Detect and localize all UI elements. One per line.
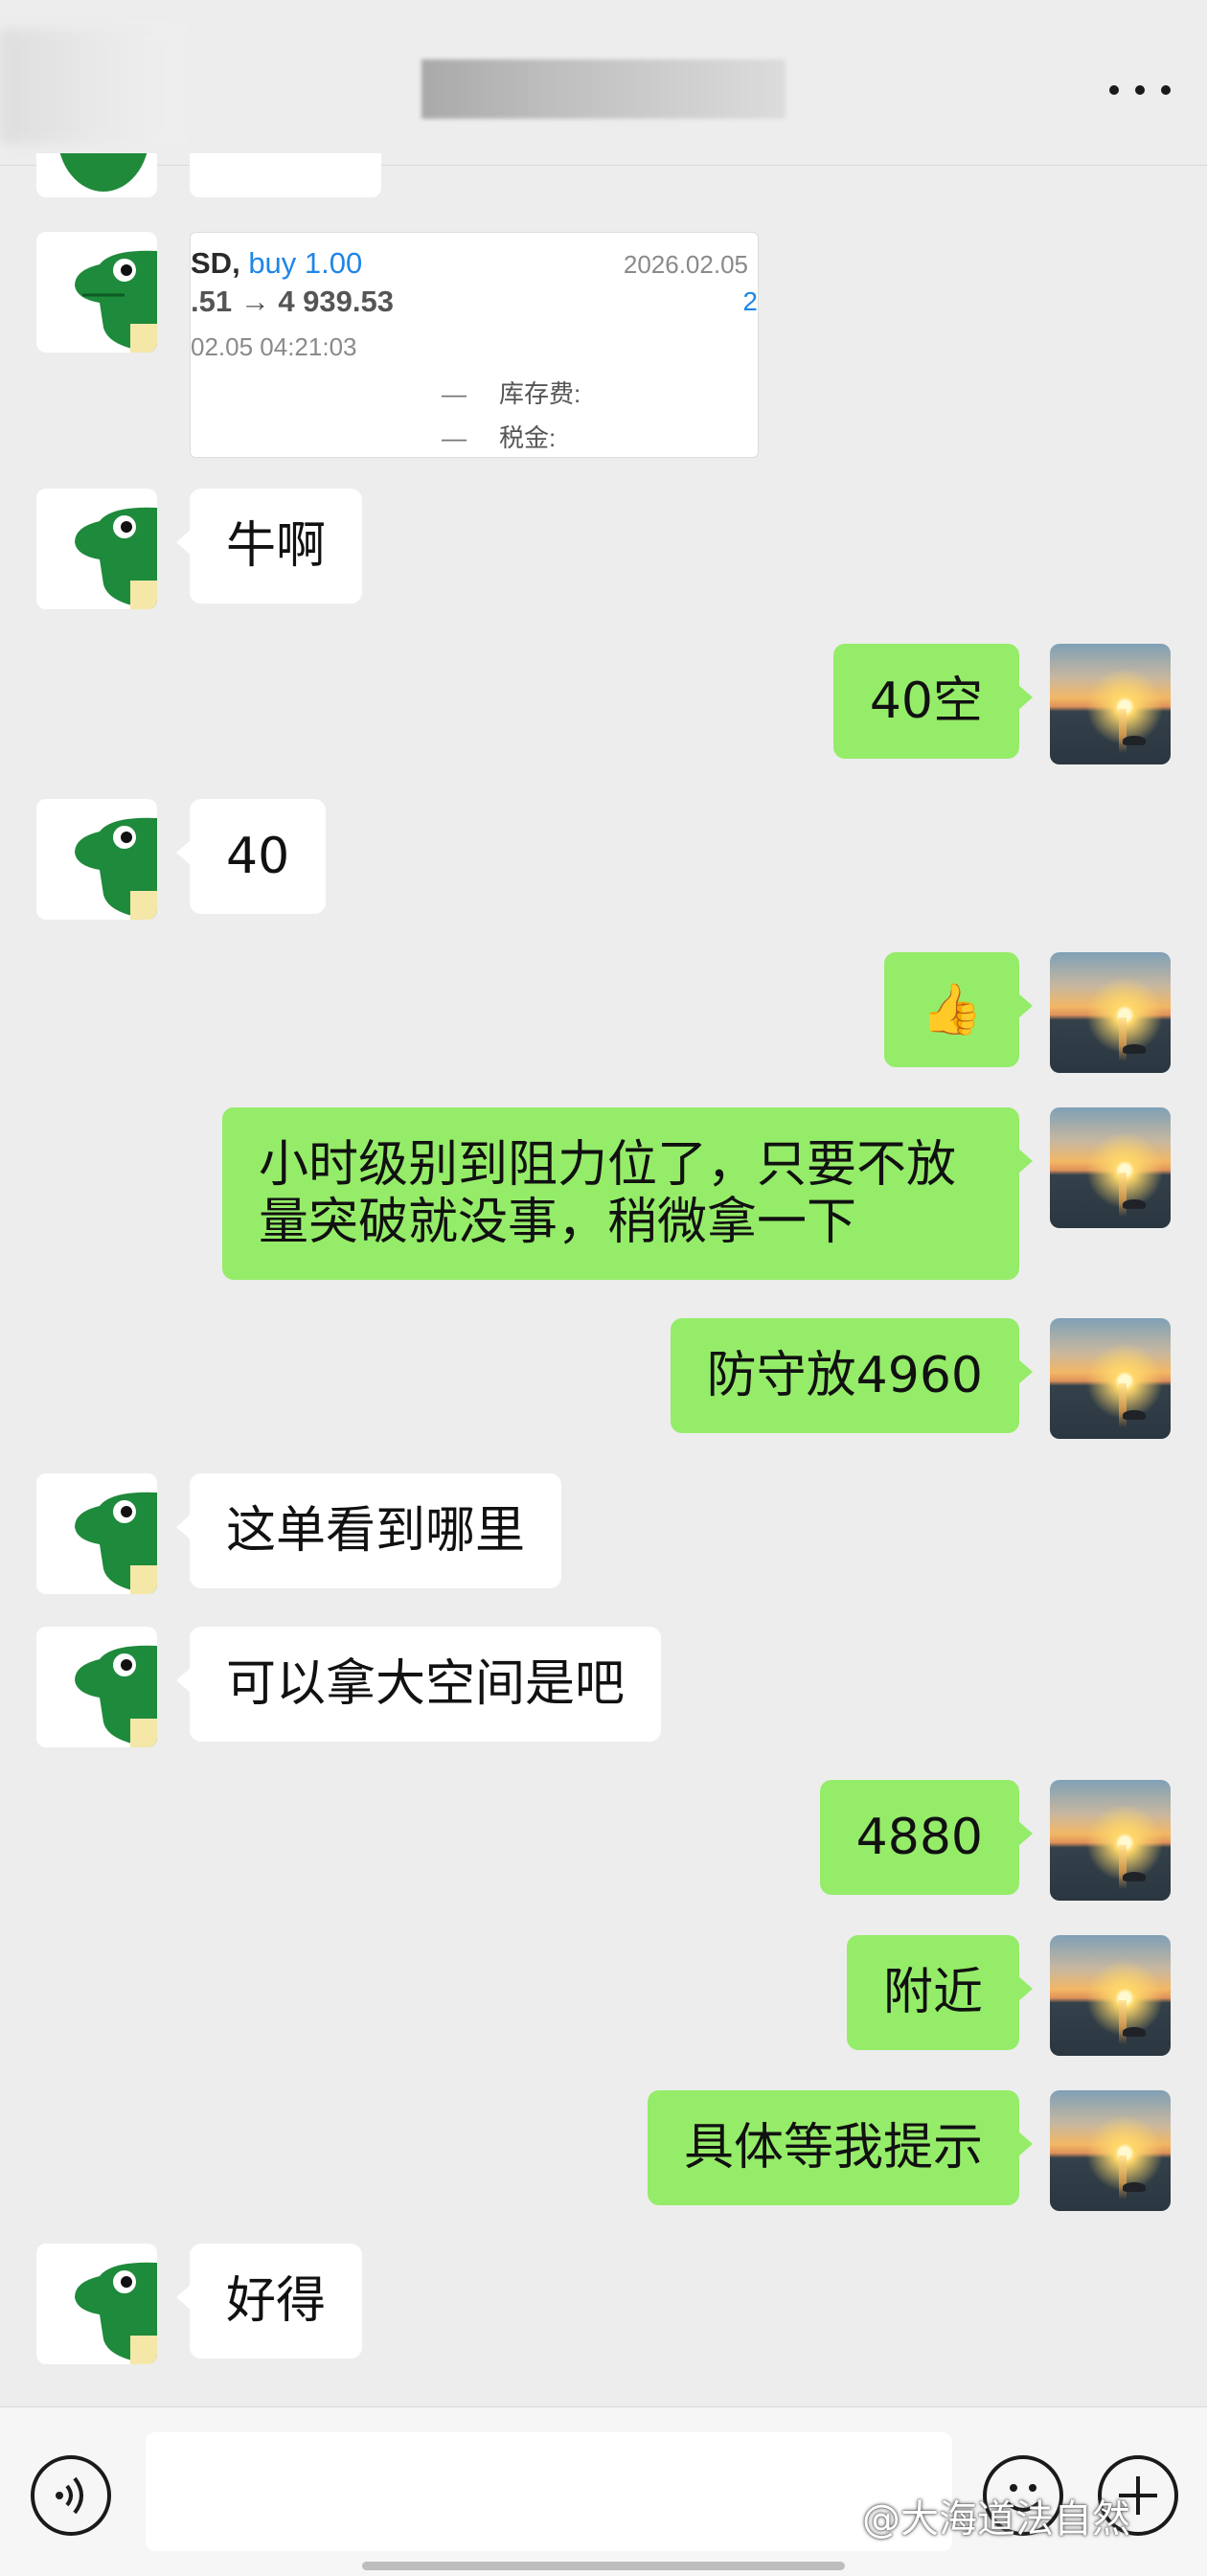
my-avatar[interactable]	[1050, 644, 1171, 764]
watermark: @大海道法自然	[862, 2497, 1130, 2542]
message-bubble-sent[interactable]: 40空	[832, 644, 1034, 759]
message-bubble-received[interactable]: 40	[175, 799, 327, 914]
contact-avatar[interactable]	[36, 489, 157, 609]
tax-row: — 税金:	[442, 423, 557, 452]
trade-right-value: 2	[742, 286, 758, 316]
message-bubble-partial	[190, 153, 381, 197]
thumbs-up-icon: 👍	[921, 981, 983, 1038]
trade-price-change: .51 → 4 939.53	[191, 285, 394, 318]
message-input[interactable]	[146, 2432, 952, 2551]
message-bubble-sent[interactable]: 具体等我提示	[647, 2090, 1034, 2205]
contact-avatar[interactable]	[36, 232, 157, 353]
message-bubble-sent[interactable]: 附近	[846, 1935, 1034, 2050]
contact-avatar[interactable]	[36, 799, 157, 920]
contact-avatar[interactable]	[36, 1627, 157, 1747]
trade-time: 02.05 04:21:03	[191, 332, 357, 361]
my-avatar[interactable]	[1050, 1318, 1171, 1439]
voice-icon[interactable]	[31, 2455, 111, 2536]
my-avatar[interactable]	[1050, 2090, 1171, 2211]
trade-symbol-line: SD, buy 1.00	[191, 246, 363, 280]
contact-avatar[interactable]	[36, 153, 157, 197]
trade-card[interactable]: SD, buy 1.00 2026.02.05 .51 → 4 939.53 2…	[190, 232, 759, 458]
message-bubble-sent[interactable]: 防守放4960	[670, 1318, 1034, 1433]
contact-avatar[interactable]	[36, 2244, 157, 2364]
input-bar: @大海道法自然	[0, 2406, 1207, 2576]
message-bubble-received[interactable]: 可以拿大空间是吧	[175, 1627, 662, 1742]
message-bubble-received[interactable]: 这单看到哪里	[175, 1473, 562, 1588]
message-bubble-received[interactable]: 牛啊	[175, 489, 363, 604]
home-indicator[interactable]	[362, 2562, 845, 2570]
message-bubble-sent[interactable]: 👍	[884, 952, 1033, 1067]
more-dots-icon[interactable]	[1109, 80, 1171, 100]
my-avatar[interactable]	[1050, 1107, 1171, 1228]
trade-date: 2026.02.05	[623, 250, 748, 279]
contact-avatar[interactable]	[36, 1473, 157, 1594]
back-area-blurred[interactable]	[0, 29, 182, 144]
fee-row: — 库存费:	[442, 379, 581, 408]
my-avatar[interactable]	[1050, 952, 1171, 1073]
my-avatar[interactable]	[1050, 1780, 1171, 1901]
message-bubble-sent[interactable]: 4880	[819, 1780, 1034, 1895]
message-bubble-sent[interactable]: 小时级别到阻力位了，只要不放量突破就没事，稍微拿一下	[222, 1107, 1033, 1280]
chat-title-blurred	[421, 59, 786, 119]
chat-header	[0, 0, 1207, 166]
my-avatar[interactable]	[1050, 1935, 1171, 2056]
message-bubble-received[interactable]: 好得	[175, 2244, 363, 2359]
